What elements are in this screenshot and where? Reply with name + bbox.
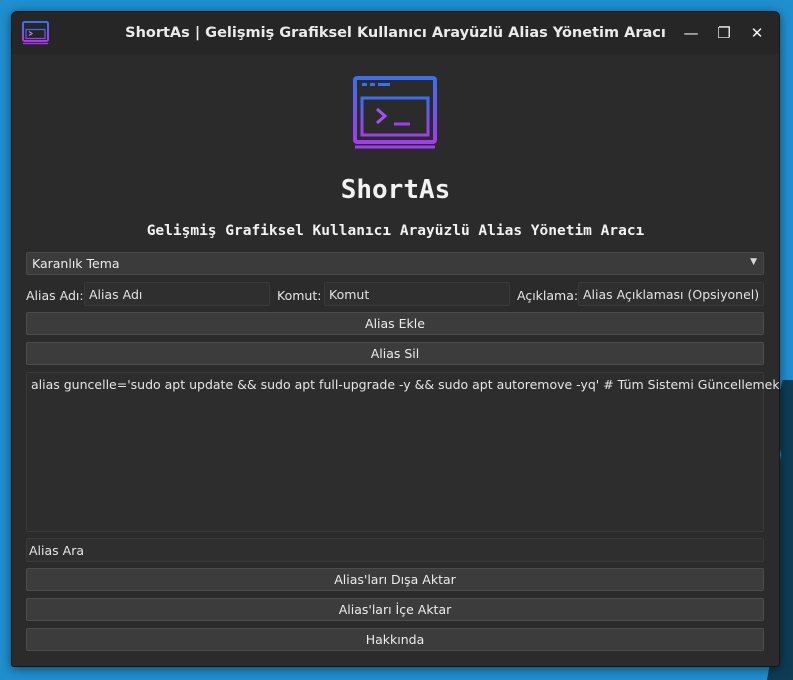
- alias-search-input[interactable]: Alias Ara: [26, 538, 764, 562]
- theme-select[interactable]: Karanlık Tema ▼: [26, 252, 764, 275]
- add-alias-button[interactable]: Alias Ekle: [26, 312, 764, 335]
- command-input[interactable]: Komut: [324, 282, 510, 306]
- theme-select-value: Karanlık Tema: [32, 256, 120, 271]
- alias-list-line: alias guncelle='sudo apt update && sudo …: [31, 377, 780, 392]
- title-bar[interactable]: ShortAs | Gelişmiş Grafiksel Kullanıcı A…: [12, 12, 779, 54]
- terminal-logo-icon: [353, 76, 437, 149]
- import-aliases-button[interactable]: Alias'ları İçe Aktar: [26, 598, 764, 621]
- alias-name-placeholder: Alias Adı: [89, 287, 143, 302]
- minimize-button[interactable]: —: [680, 22, 702, 44]
- export-aliases-button[interactable]: Alias'ları Dışa Aktar: [26, 568, 764, 591]
- alias-list-textarea[interactable]: alias guncelle='sudo apt update && sudo …: [26, 372, 779, 532]
- window-title: ShortAs | Gelişmiş Grafiksel Kullanıcı A…: [125, 25, 666, 41]
- chevron-down-icon: ▼: [750, 257, 757, 267]
- description-label: Açıklama:: [517, 288, 579, 303]
- command-placeholder: Komut: [329, 287, 370, 302]
- alias-search-placeholder: Alias Ara: [29, 543, 84, 558]
- app-subtitle: Gelişmiş Grafiksel Kullanıcı Arayüzlü Al…: [146, 223, 645, 239]
- delete-alias-button[interactable]: Alias Sil: [26, 342, 764, 365]
- alias-name-label: Alias Adı:: [26, 288, 84, 303]
- alias-name-input[interactable]: Alias Adı: [84, 282, 270, 306]
- maximize-button[interactable]: ❐: [713, 22, 735, 44]
- description-placeholder: Alias Açıklaması (Opsiyonel): [583, 287, 760, 302]
- about-button[interactable]: Hakkında: [26, 628, 764, 651]
- description-input[interactable]: Alias Açıklaması (Opsiyonel): [578, 282, 764, 306]
- main-window: ShortAs | Gelişmiş Grafiksel Kullanıcı A…: [11, 11, 780, 667]
- app-name-heading: ShortAs: [340, 175, 451, 205]
- close-button[interactable]: ✕: [746, 22, 768, 44]
- command-label: Komut:: [277, 288, 322, 303]
